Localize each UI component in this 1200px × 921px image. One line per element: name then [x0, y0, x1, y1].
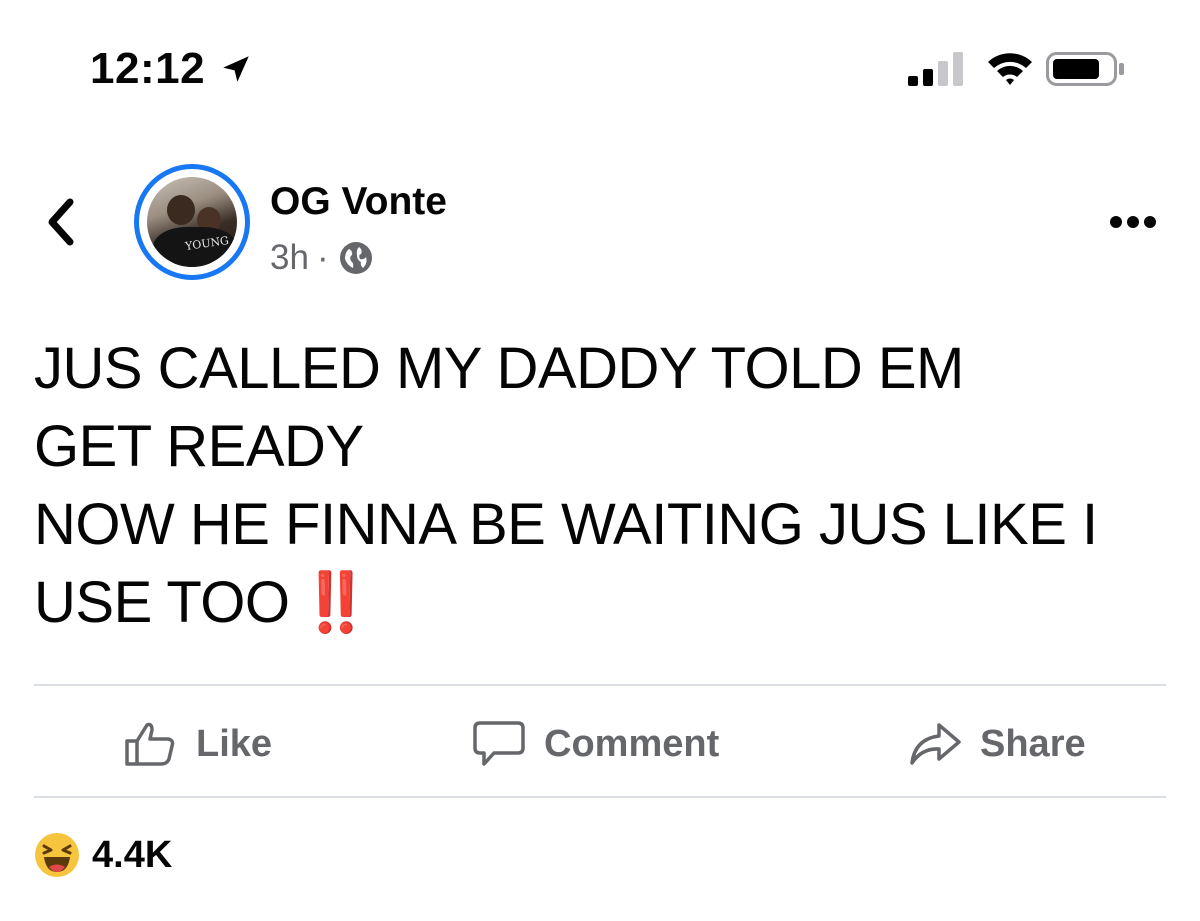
post-line: GET READY: [34, 414, 364, 479]
post-line: NOW HE FINNA BE WAITING JUS LIKE I: [34, 492, 1098, 557]
wifi-icon: [988, 53, 1032, 85]
comment-bubble-icon: [473, 721, 525, 766]
thumbs-up-icon: [125, 722, 175, 766]
like-button[interactable]: Like: [124, 716, 272, 772]
post-meta: 3h ·: [270, 238, 373, 278]
author-name[interactable]: OG Vonte: [270, 180, 447, 224]
battery-icon: [1046, 52, 1124, 86]
post-timestamp[interactable]: 3h: [270, 238, 309, 278]
meta-separator: ·: [316, 238, 329, 277]
cellular-signal-icon: [908, 52, 963, 86]
comment-button[interactable]: Comment: [472, 716, 719, 772]
post-text: JUS CALLED MY DADDY TOLD EM GET READY NO…: [34, 330, 1174, 642]
reaction-count: 4.4K: [92, 833, 173, 876]
like-label: Like: [196, 722, 273, 765]
status-bar-time: 12:12: [90, 44, 253, 94]
globe-icon: [339, 242, 372, 274]
location-arrow-icon: [223, 56, 249, 82]
divider-top: [34, 684, 1166, 686]
post-line: JUS CALLED MY DADDY TOLD EM: [34, 336, 964, 401]
reactions-summary[interactable]: 4.4K: [34, 832, 172, 878]
clock-label: 12:12: [90, 44, 206, 93]
author-avatar[interactable]: YOUNG: [134, 164, 250, 280]
back-chevron-icon[interactable]: [40, 196, 80, 248]
comment-label: Comment: [544, 722, 720, 765]
post-line: USE TOO: [34, 570, 290, 635]
share-button[interactable]: Share: [908, 716, 1086, 772]
share-label: Share: [980, 722, 1086, 765]
divider-bottom: [34, 796, 1166, 798]
haha-emoji-icon: [35, 833, 79, 877]
avatar-photo: YOUNG: [147, 177, 237, 267]
post-line-last: USE TOO ‼️: [34, 564, 1174, 642]
more-options-icon[interactable]: [1108, 212, 1158, 232]
double-exclamation-emoji: ‼️: [299, 570, 371, 635]
share-arrow-icon: [910, 723, 961, 765]
